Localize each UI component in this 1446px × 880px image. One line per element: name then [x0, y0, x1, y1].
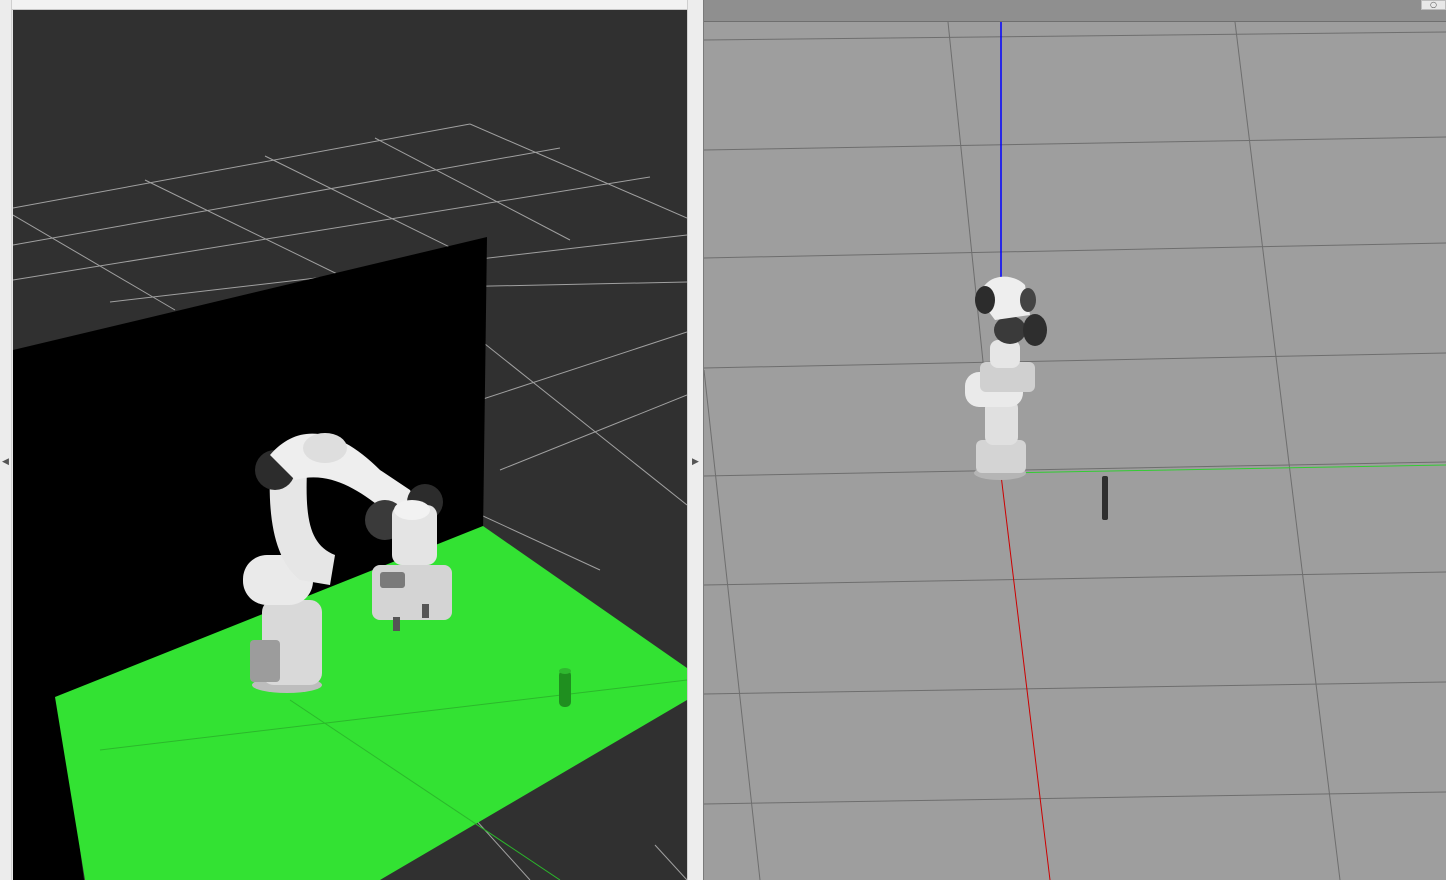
- collapse-left-arrow-icon[interactable]: ◀: [2, 457, 9, 467]
- gazebo-target-cylinder: [1102, 476, 1108, 520]
- circle-icon[interactable]: ○: [1421, 0, 1446, 10]
- left-sidebar-collapse[interactable]: ◀: [0, 0, 12, 880]
- rviz-3d-view[interactable]: [13, 10, 687, 880]
- expand-right-arrow-icon[interactable]: ▶: [692, 457, 699, 467]
- rviz-scene: [13, 10, 687, 880]
- rviz-target-cylinder: [559, 668, 571, 707]
- gazebo-3d-view[interactable]: [704, 22, 1446, 880]
- gazebo-scene: [704, 22, 1446, 880]
- panel-splitter[interactable]: ▶: [687, 0, 704, 880]
- gazebo-toolbar-strip: [704, 0, 1446, 22]
- rviz-toolbar-strip: [12, 0, 690, 10]
